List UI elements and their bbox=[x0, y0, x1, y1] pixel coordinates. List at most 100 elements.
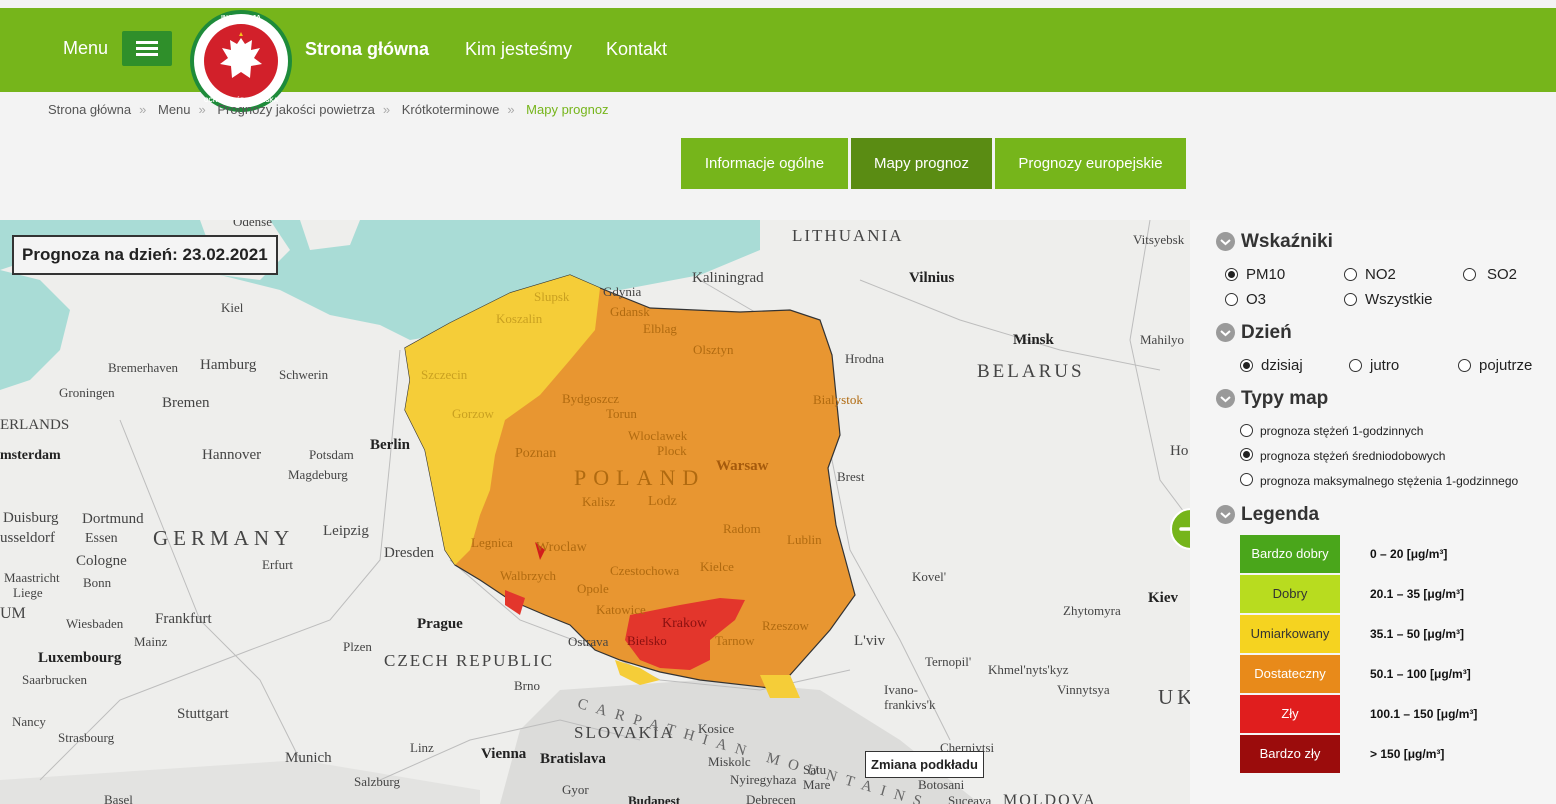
map-label: L'viv bbox=[854, 633, 886, 649]
legend-color-sufficient: Dostateczny bbox=[1240, 655, 1340, 693]
map-label: Walbrzych bbox=[500, 568, 556, 583]
map-label: Radom bbox=[723, 521, 761, 536]
legend-range: 35.1 – 50 [μg/m³] bbox=[1370, 627, 1465, 641]
nav-about-link[interactable]: Kim jesteśmy bbox=[465, 39, 572, 60]
chevron-down-icon[interactable] bbox=[1216, 232, 1235, 251]
map-label: Wiesbaden bbox=[66, 616, 124, 631]
radio-all[interactable] bbox=[1344, 293, 1357, 306]
map-label: Brno bbox=[514, 678, 540, 693]
map-label: POLAND bbox=[574, 465, 706, 490]
indicators-title[interactable]: Wskaźniki bbox=[1241, 231, 1333, 253]
option-label[interactable]: pojutrze bbox=[1479, 357, 1532, 374]
map-label: Prague bbox=[417, 616, 463, 632]
gios-logo[interactable]: INSPEKCJA OCHRONY ŚRODOWISKA bbox=[190, 10, 292, 112]
map-label: Brest bbox=[837, 469, 865, 484]
map-label: Satu bbox=[803, 762, 827, 777]
hamburger-icon-line bbox=[136, 47, 158, 50]
map-label: Vilnius bbox=[909, 270, 955, 286]
map-label: Kovel' bbox=[912, 569, 947, 584]
radio-1h-concentration[interactable] bbox=[1240, 424, 1253, 437]
radio-today[interactable] bbox=[1240, 359, 1253, 372]
map-label: Koszalin bbox=[496, 311, 543, 326]
chevron-down-icon[interactable] bbox=[1216, 505, 1235, 524]
tab-european-forecasts[interactable]: Prognozy europejskie bbox=[995, 138, 1186, 189]
option-label[interactable]: O3 bbox=[1246, 291, 1266, 308]
map-label: Botosani bbox=[918, 777, 965, 792]
breadcrumb-item[interactable]: Krótkoterminowe bbox=[402, 102, 500, 117]
chevron-down-icon[interactable] bbox=[1216, 389, 1235, 408]
map-types-title[interactable]: Typy map bbox=[1241, 388, 1328, 410]
radio-tomorrow[interactable] bbox=[1349, 359, 1362, 372]
map-label: Bremerhaven bbox=[108, 360, 179, 375]
tab-forecast-maps[interactable]: Mapy prognoz bbox=[851, 138, 992, 189]
option-label[interactable]: jutro bbox=[1370, 357, 1399, 374]
option-label[interactable]: prognoza stężeń 1-godzinnych bbox=[1260, 424, 1423, 438]
breadcrumb: Strona główna» Menu» Prognozy jakości po… bbox=[48, 102, 609, 117]
legend-color-very-bad: Bardzo zły bbox=[1240, 735, 1340, 773]
map-label: Kielce bbox=[700, 559, 734, 574]
menu-label[interactable]: Menu bbox=[63, 38, 108, 59]
map-label: Gyor bbox=[562, 782, 589, 797]
map-label: MOLDOVA bbox=[1003, 792, 1097, 804]
option-label[interactable]: dzisiaj bbox=[1261, 357, 1303, 374]
map-label: BELARUS bbox=[977, 361, 1085, 382]
option-label[interactable]: NO2 bbox=[1365, 266, 1396, 283]
nav-contact-link[interactable]: Kontakt bbox=[606, 39, 667, 60]
map-label: Schwerin bbox=[279, 367, 329, 382]
breadcrumb-item[interactable]: Strona główna bbox=[48, 102, 131, 117]
map-label: Potsdam bbox=[309, 447, 354, 462]
map-label: Plzen bbox=[343, 639, 372, 654]
legend-title[interactable]: Legenda bbox=[1241, 504, 1319, 526]
map-label: Slupsk bbox=[534, 289, 570, 304]
change-base-layer-button[interactable]: Zmiana podkładu bbox=[865, 751, 984, 778]
menu-hamburger-button[interactable] bbox=[122, 31, 172, 66]
map-label: Basel bbox=[104, 792, 133, 804]
map-label: frankivs'k bbox=[884, 697, 936, 712]
forecast-map[interactable]: Prognoza na dzień: 23.02.2021 Odense LIT… bbox=[0, 220, 1190, 804]
radio-no2[interactable] bbox=[1344, 268, 1357, 281]
map-label: Ivano- bbox=[884, 682, 918, 697]
radio-so2[interactable] bbox=[1463, 268, 1476, 281]
day-title[interactable]: Dzień bbox=[1241, 322, 1292, 344]
breadcrumb-item[interactable]: Menu bbox=[158, 102, 191, 117]
map-label: Ostrava bbox=[568, 634, 609, 649]
hamburger-icon-line bbox=[136, 41, 158, 44]
map-label: Vinnytsya bbox=[1057, 682, 1110, 697]
map-label: Hannover bbox=[202, 447, 262, 463]
map-label: Luxembourg bbox=[38, 650, 122, 666]
legend-color-very-good: Bardzo dobry bbox=[1240, 535, 1340, 573]
radio-pm10[interactable] bbox=[1225, 268, 1238, 281]
map-label: Vienna bbox=[481, 746, 527, 762]
map-label: Kiev bbox=[1148, 590, 1178, 606]
option-label[interactable]: prognoza maksymalnego stężenia 1-godzinn… bbox=[1260, 474, 1518, 488]
map-label: Lublin bbox=[787, 532, 822, 547]
map-label: Strasbourg bbox=[58, 730, 115, 745]
legend-color-good: Dobry bbox=[1240, 575, 1340, 613]
option-label[interactable]: prognoza stężeń średniodobowych bbox=[1260, 449, 1445, 463]
option-label[interactable]: SO2 bbox=[1487, 266, 1517, 283]
breadcrumb-item[interactable]: Prognozy jakości powietrza bbox=[217, 102, 375, 117]
map-label: Miskolc bbox=[708, 754, 751, 769]
option-label[interactable]: PM10 bbox=[1246, 266, 1285, 283]
map-label: Katowice bbox=[596, 602, 646, 617]
map-label: Wloclawek bbox=[628, 428, 688, 443]
map-label: Ho bbox=[1170, 443, 1189, 459]
radio-daily-average[interactable] bbox=[1240, 448, 1253, 461]
map-label: Frankfurt bbox=[155, 611, 212, 627]
map-label: Bonn bbox=[83, 575, 112, 590]
logo-text-top: INSPEKCJA bbox=[220, 15, 262, 22]
chevron-down-icon[interactable] bbox=[1216, 323, 1235, 342]
map-label: Czestochowa bbox=[610, 563, 680, 578]
map-label: Bratislava bbox=[540, 751, 606, 767]
map-label: GERMANY bbox=[153, 526, 295, 550]
option-label[interactable]: Wszystkie bbox=[1365, 291, 1433, 308]
nav-home-link[interactable]: Strona główna bbox=[305, 39, 429, 60]
alps-shading bbox=[0, 760, 480, 804]
radio-o3[interactable] bbox=[1225, 293, 1238, 306]
tab-general-info[interactable]: Informacje ogólne bbox=[681, 138, 848, 189]
radio-max-1h[interactable] bbox=[1240, 473, 1253, 486]
radio-day-after[interactable] bbox=[1458, 359, 1471, 372]
map-label: Liege bbox=[13, 585, 43, 600]
map-label: Salzburg bbox=[354, 774, 400, 789]
map-label: Saarbrucken bbox=[22, 672, 87, 687]
